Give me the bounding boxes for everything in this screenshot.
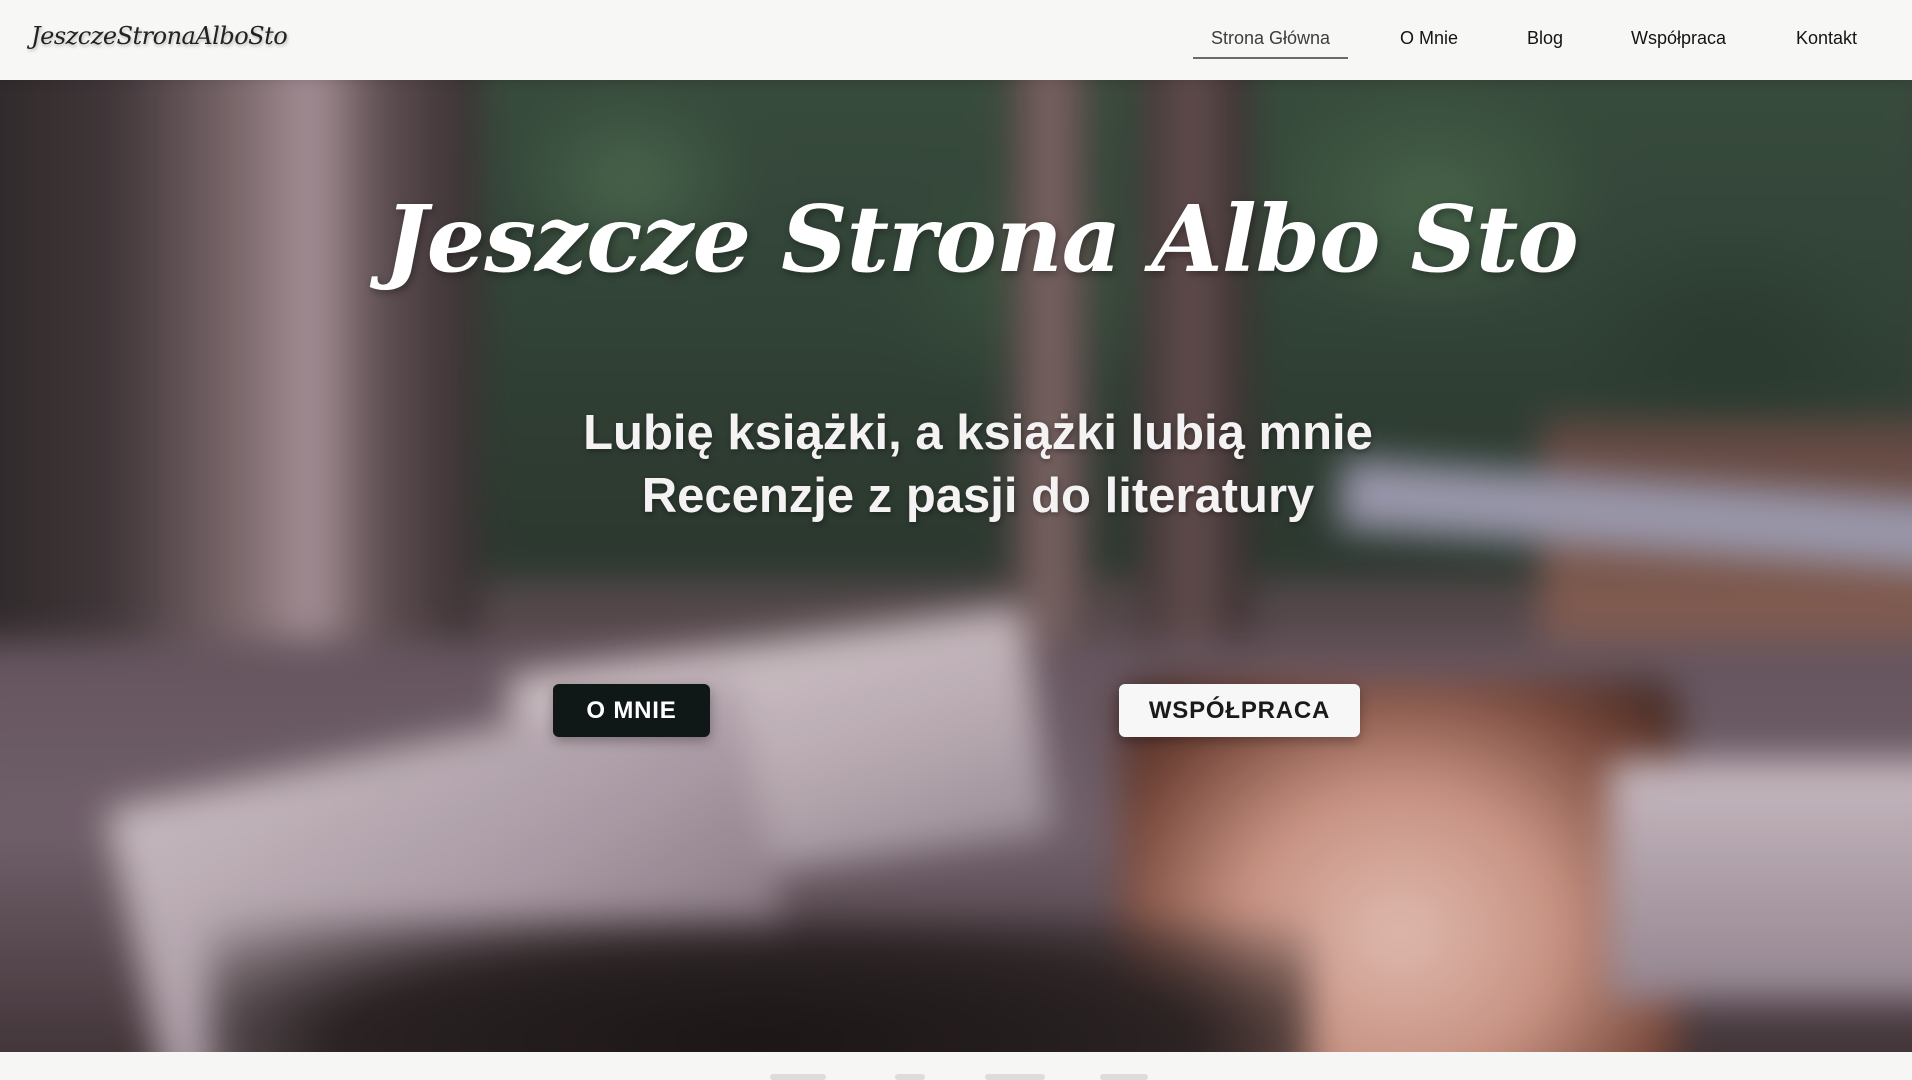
nav-item-cooperation[interactable]: Współpraca xyxy=(1631,28,1726,49)
site-header: JeszczeStronaAlboSto Strona Główna O Mni… xyxy=(0,0,1912,80)
nav-item-contact[interactable]: Kontakt xyxy=(1796,28,1857,49)
hero-subtitle: Lubię książki, a książki lubią mnie Rece… xyxy=(0,402,1912,528)
nav-item-blog[interactable]: Blog xyxy=(1527,28,1563,49)
about-me-button[interactable]: O MNIE xyxy=(553,684,710,737)
site-logo[interactable]: JeszczeStronaAlboSto xyxy=(31,22,288,50)
hero-subtitle-line-1: Lubię książki, a książki lubią mnie xyxy=(583,406,1373,460)
nav-item-about[interactable]: O Mnie xyxy=(1400,28,1458,49)
nav-item-home[interactable]: Strona Główna xyxy=(1193,28,1349,59)
cooperation-button[interactable]: WSPÓŁPRACA xyxy=(1119,684,1360,737)
next-section-peek xyxy=(0,1052,1912,1080)
hero-subtitle-line-2: Recenzje z pasji do literatury xyxy=(641,469,1315,523)
hero-section: Jeszcze Strona Albo Sto Lubię książki, a… xyxy=(0,80,1912,1052)
hero-title: Jeszcze Strona Albo Sto xyxy=(384,185,1579,293)
